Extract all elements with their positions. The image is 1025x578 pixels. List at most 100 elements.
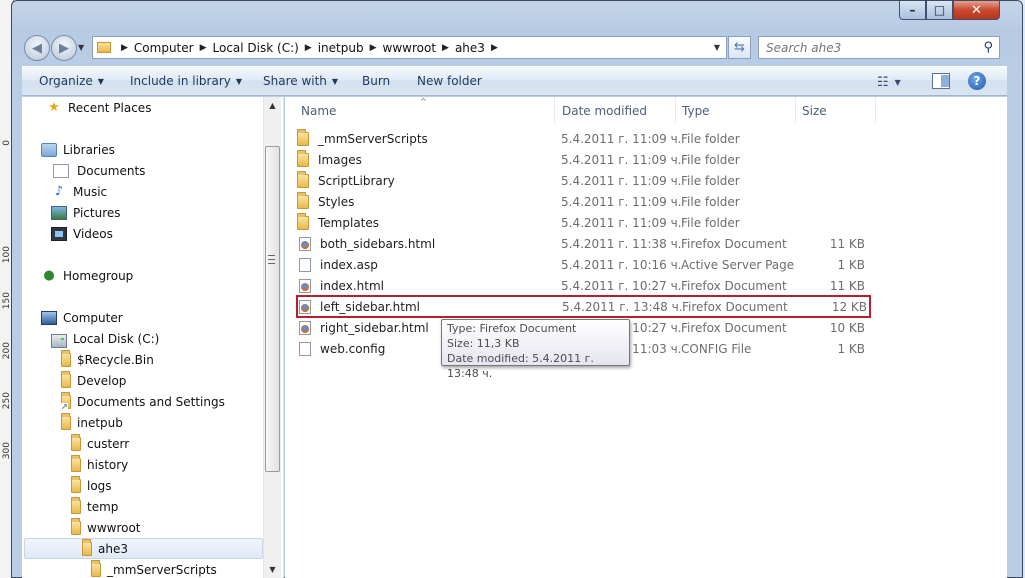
scroll-grip-icon — [268, 255, 275, 264]
file-size: 11 KB — [829, 278, 865, 293]
videos-library-icon — [51, 226, 67, 241]
sidebar-item-computer[interactable]: Computer — [41, 307, 123, 328]
file-name: left_sidebar.html — [320, 299, 420, 314]
help-button[interactable]: ? — [968, 72, 986, 90]
file-row[interactable]: Styles 5.4.2011 г. 11:09 ч. File folder — [297, 191, 869, 212]
file-row[interactable]: index.asp 5.4.2011 г. 10:16 ч. Active Serv… — [297, 254, 869, 275]
folder-icon — [97, 37, 111, 58]
navigation-pane-scrollbar[interactable]: ▲ ▼ — [263, 97, 281, 578]
sidebar-item-recent-places[interactable]: ★ Recent Places — [46, 97, 151, 118]
preview-pane-button[interactable] — [932, 73, 950, 89]
minimize-button[interactable]: – — [899, 1, 926, 20]
sidebar-item-music[interactable]: ♪ Music — [51, 181, 107, 202]
sidebar-item-pictures[interactable]: Pictures — [51, 202, 121, 223]
file-type: File folder — [681, 173, 740, 188]
breadcrumb-label: inetpub — [317, 40, 364, 55]
column-header-size[interactable]: Size — [796, 97, 876, 124]
breadcrumb-separator-icon[interactable]: ▶ — [491, 43, 498, 53]
sidebar-item-label: Music — [73, 184, 108, 199]
file-list: Name ^ Date modified Type Size _mmServer… — [285, 97, 1007, 578]
sidebar-item-ahe3[interactable]: ahe3 — [24, 538, 263, 559]
burn-button[interactable]: Burn — [362, 74, 390, 88]
file-date: 5.4.2011 г. 11:38 ч. — [561, 236, 682, 251]
file-row[interactable]: Templates 5.4.2011 г. 11:09 ч. File folder — [297, 212, 869, 233]
search-box[interactable]: ⚲ — [758, 36, 1000, 59]
refresh-button[interactable]: ⇆ — [728, 36, 751, 59]
file-row[interactable]: Images 5.4.2011 г. 11:09 ч. File folder — [297, 149, 869, 170]
column-header-type[interactable]: Type — [676, 97, 796, 124]
back-button[interactable]: ◀ — [24, 35, 50, 61]
address-history-dropdown[interactable]: ▼ — [708, 37, 726, 58]
address-bar[interactable]: ▶ Computer ▶ Local Disk (C:) ▶ inetpub ▶… — [92, 36, 727, 59]
folder-icon — [297, 149, 309, 167]
breadcrumb-separator-icon[interactable]: ▶ — [370, 43, 377, 53]
sidebar-item-custerr[interactable]: custerr — [71, 433, 129, 454]
chevron-down-icon: ▼ — [97, 77, 104, 86]
recent-places-icon: ★ — [48, 99, 60, 115]
sidebar-item-develop[interactable]: Develop — [61, 370, 126, 391]
sidebar-item-history[interactable]: history — [71, 454, 128, 475]
file-row[interactable]: both_sidebars.html 5.4.2011 г. 11:38 ч. Fi… — [297, 233, 869, 254]
sidebar-item-label: Documents — [77, 163, 146, 178]
sidebar-item-local-disk[interactable]: Local Disk (C:) — [51, 328, 159, 349]
breadcrumb-local-disk[interactable]: Local Disk (C:) — [213, 37, 299, 58]
file-type: Firefox Document — [681, 320, 787, 335]
recent-pages-dropdown[interactable]: ▼ — [78, 43, 88, 53]
sidebar-item-documents-and-settings[interactable]: Documents and Settings — [61, 391, 225, 412]
column-header-label: Name — [301, 103, 337, 118]
breadcrumb-inetpub[interactable]: inetpub — [318, 37, 364, 58]
chevron-down-icon: ▼ — [713, 43, 721, 52]
breadcrumb-wwwroot[interactable]: wwwroot — [383, 37, 437, 58]
folder-icon — [71, 454, 81, 472]
scroll-down-button[interactable]: ▼ — [264, 561, 281, 578]
firefox-document-icon — [299, 236, 311, 251]
chevron-down-icon: ▼ — [235, 77, 243, 86]
breadcrumb-computer[interactable]: Computer — [134, 37, 194, 58]
organize-button[interactable]: Organize ▼ — [39, 74, 104, 88]
sidebar-item-wwwroot[interactable]: wwwroot — [71, 517, 141, 538]
file-name: Images — [318, 152, 362, 167]
sidebar-item-mmserverscripts[interactable]: _mmServerScripts — [91, 559, 217, 578]
column-header-date-modified[interactable]: Date modified — [556, 97, 676, 124]
search-icon[interactable]: ⚲ — [983, 40, 993, 55]
file-name: ScriptLibrary — [318, 173, 395, 188]
folder-icon — [61, 370, 71, 388]
sidebar-item-label: Local Disk (C:) — [73, 331, 160, 346]
breadcrumb-label: wwwroot — [382, 40, 437, 55]
sidebar-item-libraries[interactable]: Libraries — [41, 139, 115, 160]
sidebar-item-recycle-bin[interactable]: $Recycle.Bin — [61, 349, 154, 370]
include-in-library-button[interactable]: Include in library ▼ — [130, 74, 242, 88]
sidebar-item-homegroup[interactable]: ● Homegroup — [41, 265, 133, 286]
scroll-up-icon: ▲ — [269, 101, 276, 110]
share-with-button[interactable]: Share with ▼ — [263, 74, 338, 88]
file-row[interactable]: _mmServerScripts 5.4.2011 г. 11:09 ч. File… — [297, 128, 869, 149]
sidebar-item-documents[interactable]: Documents — [51, 160, 145, 181]
sidebar-item-label: Pictures — [73, 205, 121, 220]
breadcrumb-separator-icon[interactable]: ▶ — [200, 43, 207, 53]
pictures-library-icon — [51, 205, 67, 220]
sidebar-item-inetpub[interactable]: inetpub — [61, 412, 123, 433]
sidebar-item-label: wwwroot — [87, 520, 141, 535]
breadcrumb-separator-icon[interactable]: ▶ — [442, 43, 449, 53]
search-input[interactable] — [766, 40, 971, 55]
file-date: 5.4.2011 г. 11:09 ч. — [561, 152, 682, 167]
file-type: File folder — [681, 215, 740, 230]
file-type: File folder — [681, 194, 740, 209]
file-row[interactable]: index.html 5.4.2011 г. 10:27 ч. Firefox Do… — [297, 275, 869, 296]
new-folder-button[interactable]: New folder — [417, 74, 482, 88]
breadcrumb-ahe3[interactable]: ahe3 — [455, 37, 485, 58]
file-row[interactable]: ScriptLibrary 5.4.2011 г. 11:09 ч. File fo… — [297, 170, 869, 191]
sidebar-item-videos[interactable]: Videos — [51, 223, 113, 244]
scroll-thumb[interactable] — [265, 146, 280, 472]
close-button[interactable]: ✕ — [953, 1, 1000, 20]
change-view-button[interactable]: ☷ ▼ — [877, 73, 917, 91]
breadcrumb-separator-icon[interactable]: ▶ — [121, 43, 128, 53]
forward-button[interactable]: ▶ — [51, 35, 77, 61]
breadcrumb-separator-icon[interactable]: ▶ — [305, 43, 312, 53]
scroll-up-button[interactable]: ▲ — [264, 97, 281, 114]
file-row-highlighted[interactable]: left_sidebar.html 5.4.2011 г. 13:48 ч. Fir… — [296, 295, 871, 318]
sidebar-item-logs[interactable]: logs — [71, 475, 112, 496]
sidebar-item-temp[interactable]: temp — [71, 496, 118, 517]
maximize-button[interactable]: □ — [926, 1, 953, 20]
folder-icon — [297, 191, 309, 209]
